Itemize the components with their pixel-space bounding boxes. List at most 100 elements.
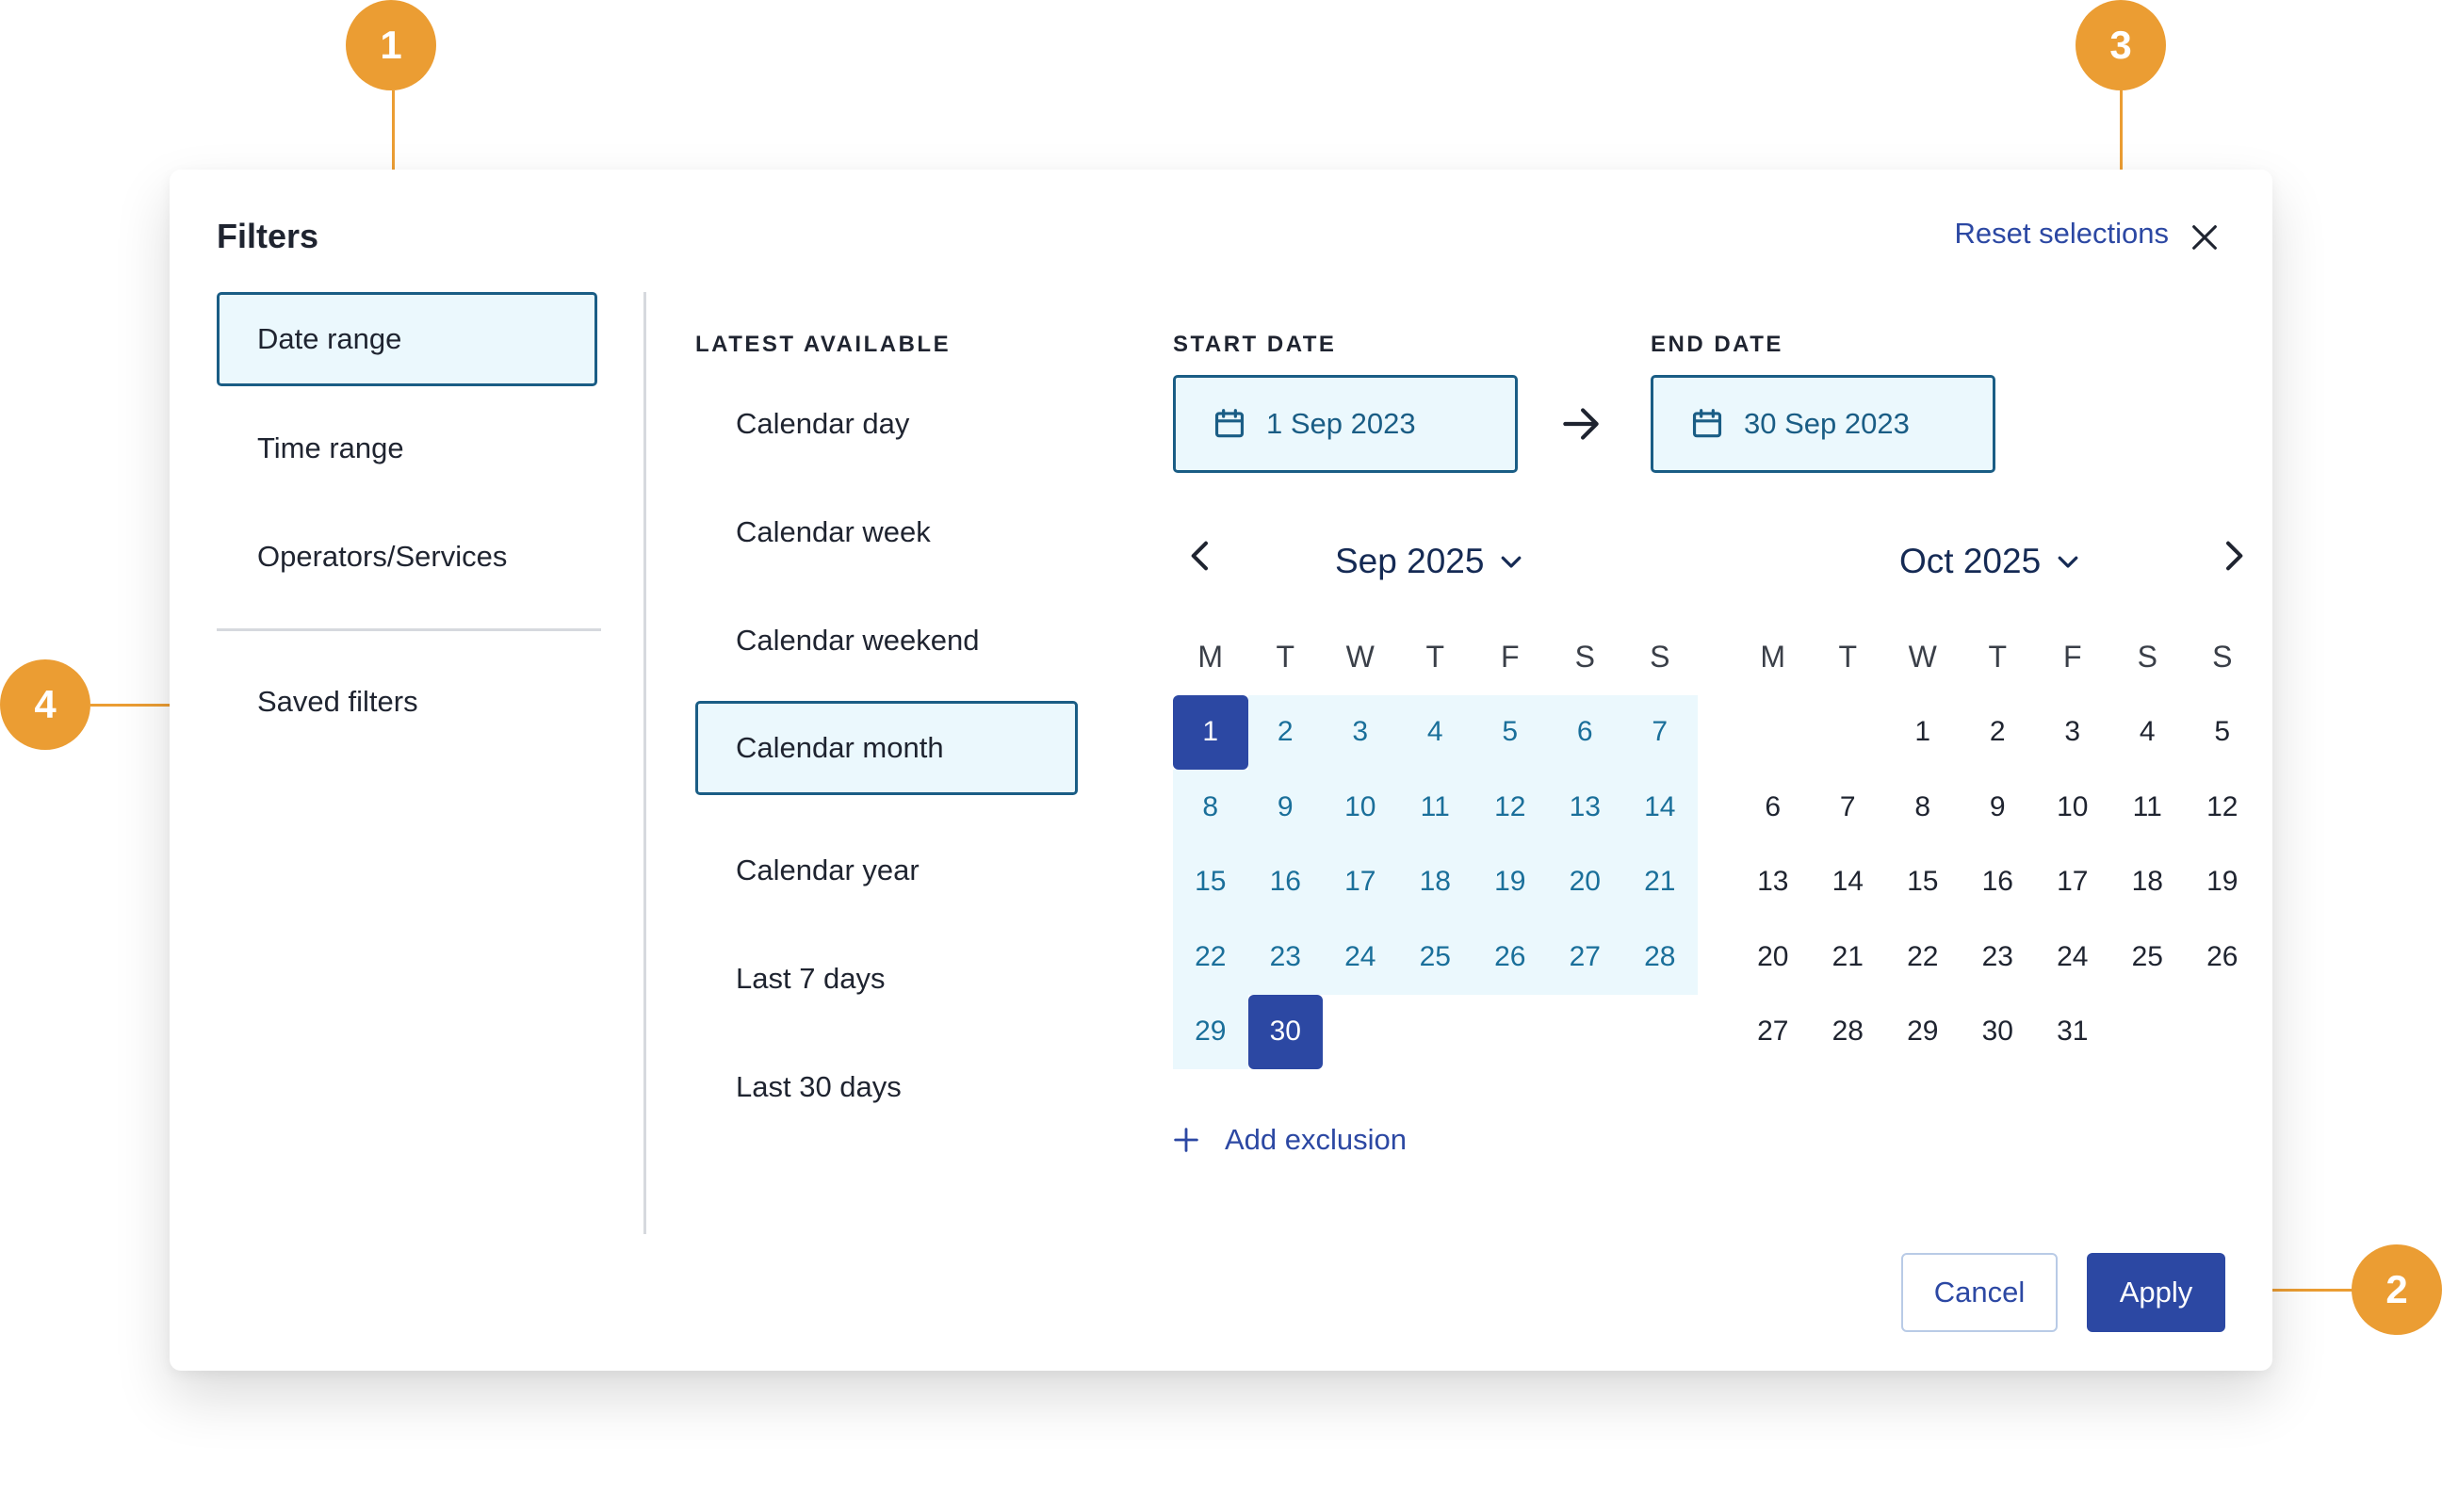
calendar-day[interactable]: 30	[1247, 994, 1323, 1069]
add-exclusion-button[interactable]: Add exclusion	[1170, 1123, 1407, 1157]
calendar-day[interactable]: 17	[2035, 845, 2110, 920]
calendar-day[interactable]: 3	[2035, 695, 2110, 771]
calendar-day[interactable]: 28	[1811, 995, 1886, 1070]
calendar-day[interactable]: 14	[1622, 770, 1698, 845]
month-selector-oct[interactable]: Oct 2025	[1899, 542, 2082, 581]
chevron-down-icon	[1502, 556, 1522, 568]
calendar-day[interactable]: 18	[2110, 845, 2186, 920]
weekday-header: S	[1574, 640, 1595, 675]
calendar-day[interactable]: 29	[1173, 994, 1248, 1069]
calendar-day[interactable]: 5	[1473, 694, 1548, 770]
calendar-day[interactable]: 1	[1885, 695, 1961, 771]
calendar-sep: M T W T F S S 1 2 3 4 5 6 7 8 9 10 11 12 13 14 15 16 17 18 19 20 21…	[1173, 620, 1698, 1069]
option-last-30-days[interactable]: Last 30 days	[695, 1040, 1078, 1134]
calendar-day[interactable]: 6	[1547, 694, 1622, 770]
option-label: Last 30 days	[736, 1070, 902, 1103]
calendar-day[interactable]: 18	[1397, 844, 1473, 919]
weekday-header: T	[1276, 640, 1295, 675]
calendar-day[interactable]: 2	[1247, 694, 1323, 770]
end-date-value: 30 Sep 2023	[1744, 407, 1910, 440]
calendar-day[interactable]: 1	[1173, 694, 1248, 770]
calendar-day[interactable]: 20	[1735, 919, 1811, 995]
start-date-value: 1 Sep 2023	[1266, 407, 1416, 440]
calendar-day[interactable]: 8	[1173, 770, 1248, 845]
calendar-day[interactable]: 25	[1397, 919, 1473, 995]
apply-button[interactable]: Apply	[2087, 1253, 2225, 1332]
calendar-day[interactable]: 12	[2185, 770, 2260, 845]
callout-badge-1: 1	[346, 0, 436, 90]
calendar-day[interactable]: 28	[1622, 919, 1698, 995]
calendar-day[interactable]: 11	[1397, 770, 1473, 845]
calendar-day[interactable]: 25	[2110, 919, 2186, 995]
calendar-day[interactable]: 27	[1735, 995, 1811, 1070]
calendar-day[interactable]: 11	[2110, 770, 2186, 845]
option-calendar-year[interactable]: Calendar year	[695, 823, 1078, 918]
nav-item-label: Saved filters	[257, 685, 418, 718]
calendar-day[interactable]: 16	[1961, 845, 2036, 920]
nav-item-operators-services[interactable]: Operators/Services	[217, 510, 597, 604]
calendar-icon	[1214, 409, 1245, 438]
previous-month-button[interactable]	[1182, 537, 1220, 575]
calendar-day[interactable]: 19	[1473, 844, 1548, 919]
calendar-day[interactable]: 27	[1547, 919, 1622, 995]
calendar-day[interactable]: 24	[2035, 919, 2110, 995]
calendar-day[interactable]: 22	[1885, 919, 1961, 995]
nav-divider	[217, 628, 601, 631]
callout-badge-4: 4	[0, 659, 90, 750]
nav-item-time-range[interactable]: Time range	[217, 401, 597, 496]
calendar-day[interactable]: 6	[1735, 770, 1811, 845]
calendar-day[interactable]: 2	[1961, 695, 2036, 771]
calendar-day[interactable]: 21	[1622, 844, 1698, 919]
calendar-day[interactable]: 22	[1173, 919, 1248, 995]
calendar-day[interactable]: 23	[1961, 919, 2036, 995]
calendar-day[interactable]: 4	[1397, 694, 1473, 770]
calendar-day[interactable]: 8	[1885, 770, 1961, 845]
next-month-button[interactable]	[2214, 537, 2252, 575]
calendar-day[interactable]: 19	[2185, 845, 2260, 920]
calendar-day[interactable]: 9	[1961, 770, 2036, 845]
calendar-day[interactable]: 13	[1547, 770, 1622, 845]
option-calendar-weekend[interactable]: Calendar weekend	[695, 593, 1078, 688]
calendar-day[interactable]: 20	[1547, 844, 1622, 919]
calendar-day[interactable]: 7	[1811, 770, 1886, 845]
calendar-day[interactable]: 31	[2035, 995, 2110, 1070]
end-date-heading: END DATE	[1651, 332, 1783, 357]
chevron-right-icon	[2226, 541, 2243, 571]
cancel-button[interactable]: Cancel	[1901, 1253, 2058, 1332]
calendar-day[interactable]: 23	[1247, 919, 1323, 995]
option-label: Last 7 days	[736, 962, 886, 995]
calendar-day[interactable]: 7	[1622, 694, 1698, 770]
calendar-day[interactable]: 26	[2185, 919, 2260, 995]
calendar-day[interactable]: 12	[1473, 770, 1548, 845]
option-calendar-week[interactable]: Calendar week	[695, 485, 1078, 579]
calendar-day[interactable]: 15	[1885, 845, 1961, 920]
option-last-7-days[interactable]: Last 7 days	[695, 932, 1078, 1026]
calendar-day[interactable]: 17	[1323, 844, 1398, 919]
calendar-day[interactable]: 14	[1811, 845, 1886, 920]
calendar-day[interactable]: 30	[1961, 995, 2036, 1070]
calendar-day[interactable]: 16	[1247, 844, 1323, 919]
end-date-field[interactable]: 30 Sep 2023	[1651, 375, 1995, 473]
calendar-day[interactable]: 5	[2185, 695, 2260, 771]
calendar-day[interactable]: 26	[1473, 919, 1548, 995]
calendar-day[interactable]: 13	[1735, 845, 1811, 920]
calendar-day[interactable]: 9	[1247, 770, 1323, 845]
weekday-header: W	[1345, 640, 1375, 675]
calendar-day[interactable]: 21	[1811, 919, 1886, 995]
start-date-field[interactable]: 1 Sep 2023	[1173, 375, 1518, 473]
nav-item-date-range[interactable]: Date range	[217, 292, 597, 386]
calendar-day[interactable]: 10	[1323, 770, 1398, 845]
calendar-day[interactable]: 15	[1173, 844, 1248, 919]
option-calendar-day[interactable]: Calendar day	[695, 377, 1078, 471]
reset-selections-link[interactable]: Reset selections	[1955, 217, 2169, 251]
calendar-day[interactable]: 10	[2035, 770, 2110, 845]
calendar-day[interactable]: 4	[2110, 695, 2186, 771]
calendar-day[interactable]: 29	[1885, 995, 1961, 1070]
calendar-day[interactable]: 24	[1323, 919, 1398, 995]
option-calendar-month[interactable]: Calendar month	[695, 701, 1078, 795]
close-button[interactable]	[2189, 221, 2221, 253]
weekday-header: F	[1500, 640, 1520, 675]
month-selector-sep[interactable]: Sep 2025	[1335, 542, 1525, 581]
calendar-day[interactable]: 3	[1323, 694, 1398, 770]
nav-item-saved-filters[interactable]: Saved filters	[217, 655, 597, 749]
